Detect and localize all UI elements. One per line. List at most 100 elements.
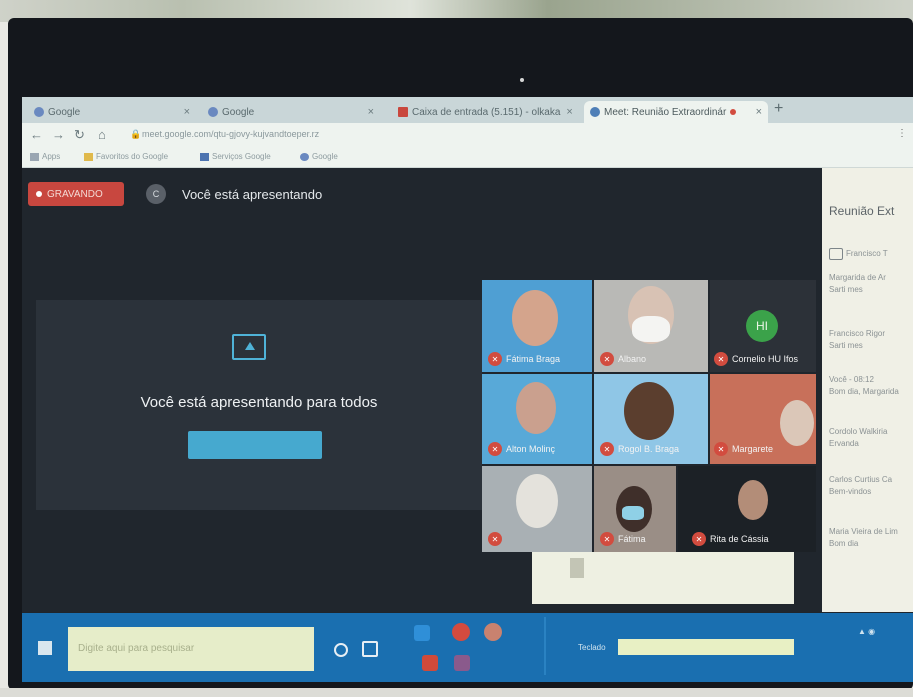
close-tab-icon[interactable]: × — [750, 106, 762, 118]
lock-icon: 🔒 — [130, 129, 142, 139]
participant-video — [738, 480, 768, 520]
chat-author: Cordolo Walkiria — [829, 427, 888, 436]
google-icon — [300, 152, 309, 161]
muted-mic-icon: ✕ — [600, 532, 614, 546]
chat-message: Bom dia, Margarida — [829, 387, 899, 396]
meeting-title: Reunião Ext — [829, 204, 895, 218]
address-bar: ← → ↻ ⌂ 🔒 meet.google.com/qtu-gjovy-kujv… — [22, 123, 913, 147]
divider — [544, 617, 546, 675]
meeting-details-panel: Reunião Ext Francisco T Margarida de Ar … — [822, 168, 913, 612]
bookmark-label: Serviços Google — [212, 152, 271, 161]
participant-tile[interactable]: ✕ Margarete — [710, 374, 816, 464]
url-field[interactable]: meet.google.com/qtu-gjovy-kujvandtoeper.… — [142, 129, 319, 139]
bookmark-google[interactable]: Google — [300, 152, 338, 161]
participant-video — [512, 290, 558, 346]
muted-mic-icon: ✕ — [692, 532, 706, 546]
search-placeholder: Digite aqui para pesquisar — [78, 643, 195, 654]
apps-grid-icon — [30, 152, 39, 161]
task-view-icon[interactable] — [362, 641, 378, 657]
participant-video — [516, 474, 558, 528]
people-icon — [829, 248, 843, 260]
meet-icon — [590, 107, 600, 117]
app-icon[interactable] — [414, 625, 430, 641]
taskbar-input[interactable] — [618, 639, 794, 655]
bookmarks-bar: Apps Favoritos do Google Serviços Google… — [22, 147, 913, 168]
monitor-screen: Google × Google × Caixa de entrada (5.15… — [22, 97, 913, 682]
muted-mic-icon: ✕ — [488, 352, 502, 366]
new-tab-button[interactable]: + — [774, 100, 783, 118]
chat-author: Você - 08:12 — [829, 375, 874, 384]
chat-message: Sarti mes — [829, 341, 863, 350]
tab-label: Google — [222, 106, 255, 118]
home-icon[interactable]: ⌂ — [98, 127, 106, 142]
back-arrow-icon[interactable]: ← — [30, 127, 43, 142]
stop-presenting-button[interactable] — [188, 431, 322, 459]
muted-mic-icon: ✕ — [488, 442, 502, 456]
app-icon[interactable] — [422, 655, 438, 671]
muted-mic-icon: ✕ — [714, 442, 728, 456]
participant-name: Fátima — [618, 534, 646, 544]
logo-icon — [570, 558, 584, 578]
forward-arrow-icon[interactable]: → — [52, 127, 65, 142]
presenting-banner: Você está apresentando — [182, 187, 323, 202]
google-icon — [34, 107, 44, 117]
close-tab-icon[interactable]: × — [560, 106, 572, 118]
network-icon[interactable]: ▲ ◉ — [858, 627, 875, 636]
browser-tab[interactable]: Google × — [28, 101, 196, 123]
participant-tile[interactable]: ✕ Rita de Cássia — [678, 466, 816, 552]
chat-message: Ervanda — [829, 439, 859, 448]
cortana-icon[interactable] — [334, 643, 348, 657]
browser-tab[interactable]: Google × — [202, 101, 380, 123]
bookmark-label: Google — [312, 152, 338, 161]
participant-video — [780, 400, 814, 446]
reload-icon[interactable]: ↻ — [74, 127, 85, 143]
participant-tile[interactable]: ✕ Rogol B. Braga — [594, 374, 708, 464]
participant-tile[interactable]: ✕ Albano — [594, 280, 708, 372]
tab-label: Meet: Reunião Extraordinár — [604, 106, 727, 118]
participant-avatar: HI — [746, 310, 778, 342]
start-icon[interactable] — [38, 641, 52, 655]
participant-name: Rita de Cássia — [710, 534, 769, 544]
gmail-icon — [398, 107, 408, 117]
browser-menu-icon[interactable]: ⋮ — [897, 128, 907, 139]
windows-taskbar: Digite aqui para pesquisar Teclado ▲ ◉ — [22, 613, 913, 682]
browser-tab[interactable]: Caixa de entrada (5.151) - olkaka × — [392, 101, 578, 123]
close-tab-icon[interactable]: × — [178, 106, 190, 118]
participant-tile[interactable]: HI ✕ Cornelio HU Ifos — [710, 280, 816, 372]
chrome-icon[interactable] — [452, 623, 470, 641]
participant-name: Cornelio HU Ifos — [732, 354, 799, 364]
participant-video — [516, 382, 556, 434]
participant-name: Rogol B. Braga — [618, 444, 680, 454]
participant-tile[interactable]: ✕ Fátima — [594, 466, 676, 552]
recording-label: GRAVANDO — [47, 188, 103, 200]
chat-author: Margarida de Ar — [829, 273, 886, 282]
bookmark-favorites[interactable]: Favoritos do Google — [84, 152, 168, 161]
tab-label: Caixa de entrada (5.151) - olkaka — [412, 106, 561, 118]
muted-mic-icon: ✕ — [714, 352, 728, 366]
participant-tile[interactable]: ✕ — [482, 466, 592, 552]
webcam-dot — [520, 78, 524, 82]
taskbar-search-box[interactable]: Digite aqui para pesquisar — [68, 627, 314, 671]
bookmark-apps[interactable]: Apps — [30, 152, 60, 161]
bookmark-label: Apps — [42, 152, 61, 161]
close-tab-icon[interactable]: × — [362, 106, 374, 118]
chrome-icon[interactable] — [484, 623, 502, 641]
google-icon — [208, 107, 218, 117]
recording-dot-icon — [730, 109, 737, 115]
presentation-panel: Você está apresentando para todos — [36, 300, 482, 510]
participant-name: Margarete — [732, 444, 774, 454]
chat-author: Carlos Curtius Ca — [829, 475, 893, 484]
participant-video — [624, 382, 674, 440]
bookmark-services[interactable]: Serviços Google — [200, 152, 271, 161]
participant-tile[interactable]: ✕ Alton Molinç — [482, 374, 592, 464]
chat-author: Francisco T — [846, 249, 888, 258]
participant-name: Fátima Braga — [506, 354, 561, 364]
muted-mic-icon: ✕ — [600, 352, 614, 366]
record-icon — [36, 191, 42, 197]
presenter-avatar: C — [146, 184, 166, 204]
participant-tile[interactable]: ✕ Fátima Braga — [482, 280, 592, 372]
app-icon[interactable] — [454, 655, 470, 671]
participant-grid: ✕ Fátima Braga ✕ Albano HI ✕ Cornelio HU… — [480, 276, 816, 552]
browser-tab-active[interactable]: Meet: Reunião Extraordinár × — [584, 101, 768, 123]
notification-card[interactable] — [532, 552, 794, 604]
